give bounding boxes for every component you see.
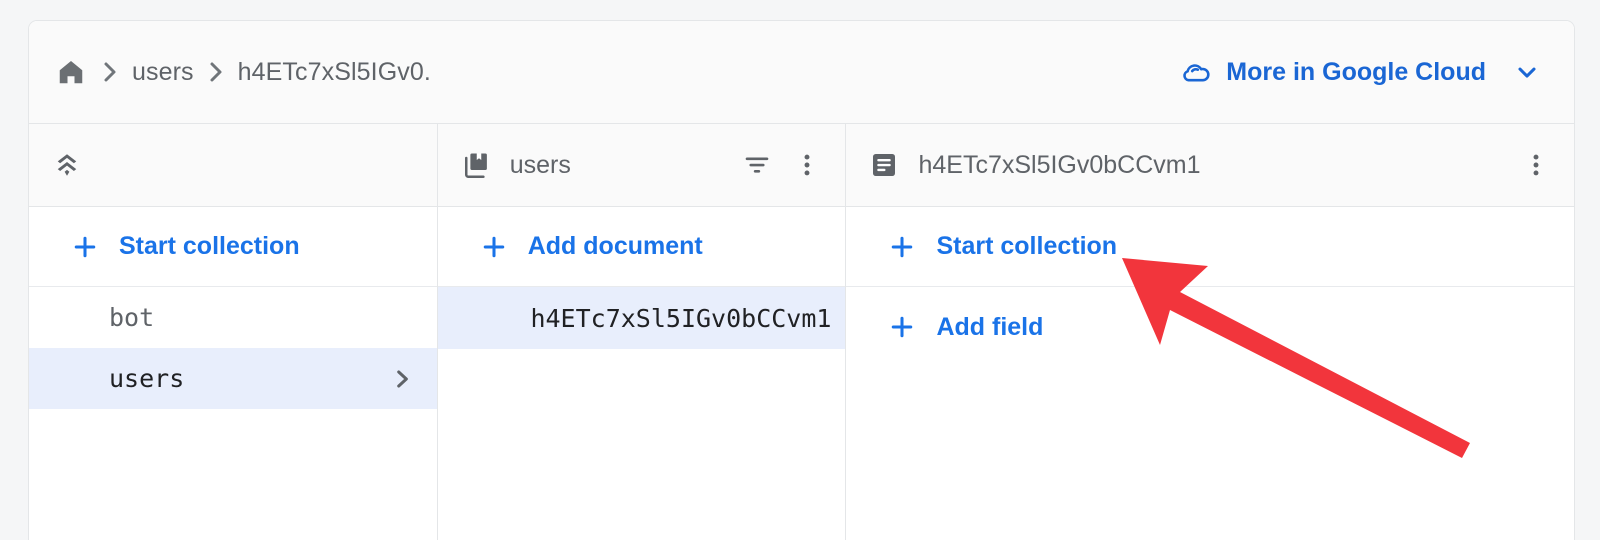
chevron-down-icon[interactable] [1512, 57, 1542, 87]
column-document-actions [1520, 149, 1552, 181]
column-collection-title: users [509, 150, 571, 179]
add-document-button[interactable]: Add document [437, 207, 846, 287]
list-item-collection-bot[interactable]: bot [29, 287, 437, 348]
more-vert-icon-collection[interactable] [791, 149, 823, 181]
add-field-button[interactable]: Add field [846, 287, 1574, 367]
plus-icon [480, 233, 508, 261]
cloud-icon [1178, 59, 1212, 85]
more-in-google-cloud-button[interactable]: More in Google Cloud [1178, 57, 1542, 87]
filter-icon[interactable] [741, 149, 773, 181]
column-document-header: h4ETc7xSl5IGv0bCCvm1 [846, 124, 1574, 207]
home-icon[interactable] [54, 55, 88, 89]
plus-icon [71, 233, 99, 261]
column-collection-header: users [437, 124, 846, 207]
breadcrumb: users h4ETc7xSl5IGv0. [29, 55, 431, 89]
document-id-label: h4ETc7xSl5IGv0bCCvm1 [530, 303, 832, 333]
plus-icon [888, 313, 916, 341]
firestore-data-browser: users h4ETc7xSl5IGv0. More in Google Clo… [0, 0, 1600, 540]
breadcrumb-bar: users h4ETc7xSl5IGv0. More in Google Clo… [29, 21, 1574, 124]
list-item-collection-users[interactable]: users [29, 348, 437, 409]
plus-icon [888, 233, 916, 261]
start-collection-button-doc[interactable]: Start collection [846, 207, 1574, 287]
collection-icon [460, 149, 492, 181]
list-item-document[interactable]: h4ETc7xSl5IGv0bCCvm1 [437, 287, 846, 349]
add-field-label: Add field [936, 312, 1044, 341]
list-item-label: users [109, 364, 185, 393]
more-in-google-cloud-label: More in Google Cloud [1226, 57, 1486, 86]
chevron-right-icon [389, 366, 415, 392]
list-item-label: bot [109, 303, 155, 332]
column-collection-actions [741, 149, 823, 181]
column-document-title: h4ETc7xSl5IGv0bCCvm1 [918, 150, 1201, 179]
panel-columns: Start collection bot users users Add doc… [29, 124, 1574, 540]
breadcrumb-separator-1 [88, 59, 132, 85]
column-database: Start collection bot users [29, 124, 438, 540]
start-collection-button-db[interactable]: Start collection [29, 207, 437, 287]
more-vert-icon-document[interactable] [1520, 149, 1552, 181]
document-icon [868, 149, 900, 181]
column-collection: users Add document h4ETc7xSl5IGv0bCCvm1 [437, 124, 847, 540]
start-collection-label-doc: Start collection [936, 232, 1118, 260]
breadcrumb-item-users[interactable]: users [132, 58, 194, 87]
breadcrumb-separator-2 [194, 59, 238, 85]
firestore-database-icon [51, 149, 83, 181]
start-collection-label-db: Start collection [119, 232, 300, 260]
column-database-header [29, 124, 437, 207]
add-document-label: Add document [527, 232, 703, 260]
data-browser-card: users h4ETc7xSl5IGv0. More in Google Clo… [28, 20, 1575, 540]
column-document: h4ETc7xSl5IGv0bCCvm1 Start collection Ad… [846, 124, 1574, 540]
breadcrumb-item-document[interactable]: h4ETc7xSl5IGv0. [238, 58, 431, 87]
